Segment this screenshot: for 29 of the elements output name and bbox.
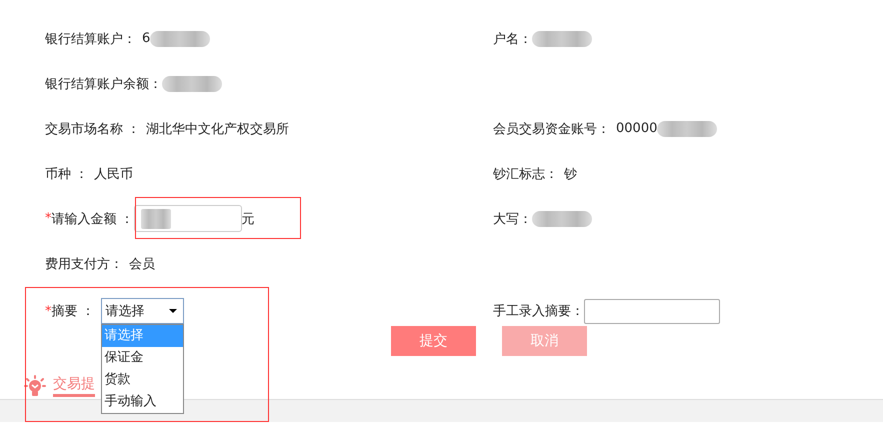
field-label: 手工录入摘要：: [493, 303, 584, 320]
field-label: 摘要 ：: [52, 303, 95, 320]
dropdown-option[interactable]: 保证金: [102, 347, 183, 369]
field-label: 费用支付方：: [45, 256, 123, 272]
field-value: 会员: [129, 256, 155, 272]
field-label: 银行结算账户余额：: [45, 76, 162, 92]
amount-field[interactable]: [134, 205, 242, 232]
input-field[interactable]: [584, 298, 720, 324]
summary-dropdown[interactable]: 请选择: [100, 298, 184, 324]
lightbulb-icon: [24, 375, 46, 397]
field-value: 湖北华中文化产权交易所: [146, 120, 290, 138]
unit-label: 元: [242, 210, 255, 228]
caret-icon: [168, 309, 177, 313]
field-label: 钞汇标志：: [493, 166, 558, 182]
field-value: 00000: [616, 121, 658, 136]
required-mark: *: [45, 304, 52, 318]
field-label: 银行结算账户：: [45, 30, 136, 48]
field-label: 大写：: [493, 210, 532, 228]
field-label: 币种 ：: [45, 166, 88, 182]
field-value: 6: [142, 31, 150, 46]
dropdown-option[interactable]: 手动输入: [102, 391, 183, 413]
field-label: 交易市场名称 ：: [45, 120, 140, 138]
dropdown-option[interactable]: 货款: [102, 369, 183, 391]
required-mark: *: [45, 211, 52, 226]
field-value: 钞: [564, 166, 577, 182]
field-label: 请输入金额 ：: [52, 210, 134, 228]
field-label: 会员交易资金账号：: [493, 120, 610, 138]
field-label: 户名：: [493, 30, 532, 48]
field-value: 人民币: [94, 166, 134, 182]
